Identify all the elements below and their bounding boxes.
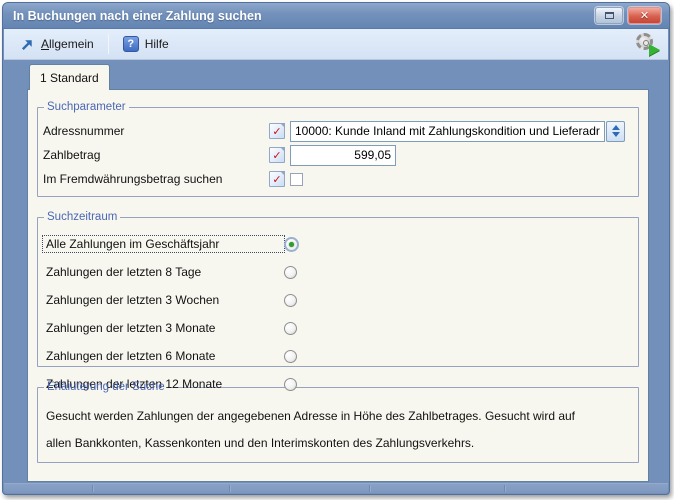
gear-run-button[interactable] xyxy=(634,32,660,56)
group-suchparameter: Suchparameter Adressnummer ✓ Zahlbetrag … xyxy=(37,101,639,197)
adressnummer-combo xyxy=(290,121,625,142)
restore-button[interactable] xyxy=(595,7,623,24)
group-erlaeuterung-legend: Erläiuterung der Suche xyxy=(44,381,168,393)
toolbar-separator xyxy=(108,34,109,54)
title-bar[interactable]: In Buchungen nach einer Zahlung suchen ✕ xyxy=(3,3,669,29)
window-title: In Buchungen nach einer Zahlung suchen xyxy=(13,9,590,23)
period-option-label: Zahlungen der letzten 3 Wochen xyxy=(43,292,284,308)
zahlbetrag-input[interactable] xyxy=(290,145,396,166)
tab-standard[interactable]: 1 Standard xyxy=(29,64,110,90)
tab-standard-label: 1 Standard xyxy=(40,71,99,85)
restore-icon xyxy=(605,12,614,19)
group-suchzeitraum: Suchzeitraum Alle Zahlungen im Geschäfts… xyxy=(37,211,639,367)
field-active-check-icon[interactable]: ✓ xyxy=(269,123,285,139)
adressnummer-spinner[interactable] xyxy=(606,121,625,142)
arrow-up-right-icon xyxy=(20,37,35,52)
period-option-label: Zahlungen der letzten 6 Monate xyxy=(43,348,284,364)
dialog-window: In Buchungen nach einer Zahlung suchen ✕… xyxy=(2,2,670,495)
hilfe-button[interactable]: ? Hilfe xyxy=(115,33,177,55)
period-option-row[interactable]: Alle Zahlungen im Geschäftsjahr xyxy=(43,230,633,258)
period-option-row[interactable]: Zahlungen der letzten 3 Wochen xyxy=(43,286,633,314)
toolbar: Allgemein ? Hilfe xyxy=(4,29,668,60)
group-suchzeitraum-legend: Suchzeitraum xyxy=(44,211,120,223)
period-option-label: Zahlungen der letzten 3 Monate xyxy=(43,320,284,336)
explain-text-line1: Gesucht werden Zahlungen der angegebenen… xyxy=(46,409,633,423)
radio-button[interactable] xyxy=(284,378,297,391)
radio-button[interactable] xyxy=(284,237,299,252)
period-option-row[interactable]: Zahlungen der letzten 6 Monate xyxy=(43,342,633,370)
period-option-label: Zahlungen der letzten 8 Tage xyxy=(43,264,284,280)
explain-section: Erläiuterung der Suche Gesucht werden Za… xyxy=(37,381,639,463)
fremdwaehrung-label: Im Fremdwährungsbetrag suchen xyxy=(43,172,269,186)
period-option-label: Alle Zahlungen im Geschäftsjahr xyxy=(43,236,284,252)
radio-button[interactable] xyxy=(284,350,297,363)
green-play-icon xyxy=(649,44,660,56)
hilfe-label: Hilfe xyxy=(145,37,169,51)
field-active-check-icon[interactable]: ✓ xyxy=(269,147,285,163)
row-fremdwaehrung: Im Fremdwährungsbetrag suchen ✓ xyxy=(43,167,633,191)
spinner-down-icon xyxy=(612,132,620,137)
adressnummer-label: Adressnummer xyxy=(43,124,269,138)
zahlbetrag-label: Zahlbetrag xyxy=(43,148,269,162)
period-option-row[interactable]: Zahlungen der letzten 8 Tage xyxy=(43,258,633,286)
period-option-row[interactable]: Zahlungen der letzten 3 Monate xyxy=(43,314,633,342)
question-badge-icon: ? xyxy=(123,36,139,52)
group-suchparameter-legend: Suchparameter xyxy=(44,101,129,113)
row-zahlbetrag: Zahlbetrag ✓ xyxy=(43,143,633,167)
close-button[interactable]: ✕ xyxy=(628,7,661,24)
radio-button[interactable] xyxy=(284,294,297,307)
allgemein-button[interactable]: Allgemein xyxy=(12,34,102,55)
fremdwaehrung-checkbox[interactable] xyxy=(290,173,303,186)
field-active-check-icon[interactable]: ✓ xyxy=(269,171,285,187)
radio-button[interactable] xyxy=(284,266,297,279)
adressnummer-input[interactable] xyxy=(290,121,605,142)
group-erlaeuterung: Erläiuterung der Suche Gesucht werden Za… xyxy=(37,381,639,463)
row-adressnummer: Adressnummer ✓ xyxy=(43,119,633,143)
spinner-up-icon xyxy=(612,125,620,130)
allgemein-label: Allgemein xyxy=(41,37,94,51)
radio-button[interactable] xyxy=(284,322,297,335)
explain-text-line2: allen Bankkonten, Kassenkonten und den I… xyxy=(46,436,633,450)
tab-page: Suchparameter Adressnummer ✓ Zahlbetrag … xyxy=(27,89,649,482)
window-bottom-edge xyxy=(4,483,668,493)
